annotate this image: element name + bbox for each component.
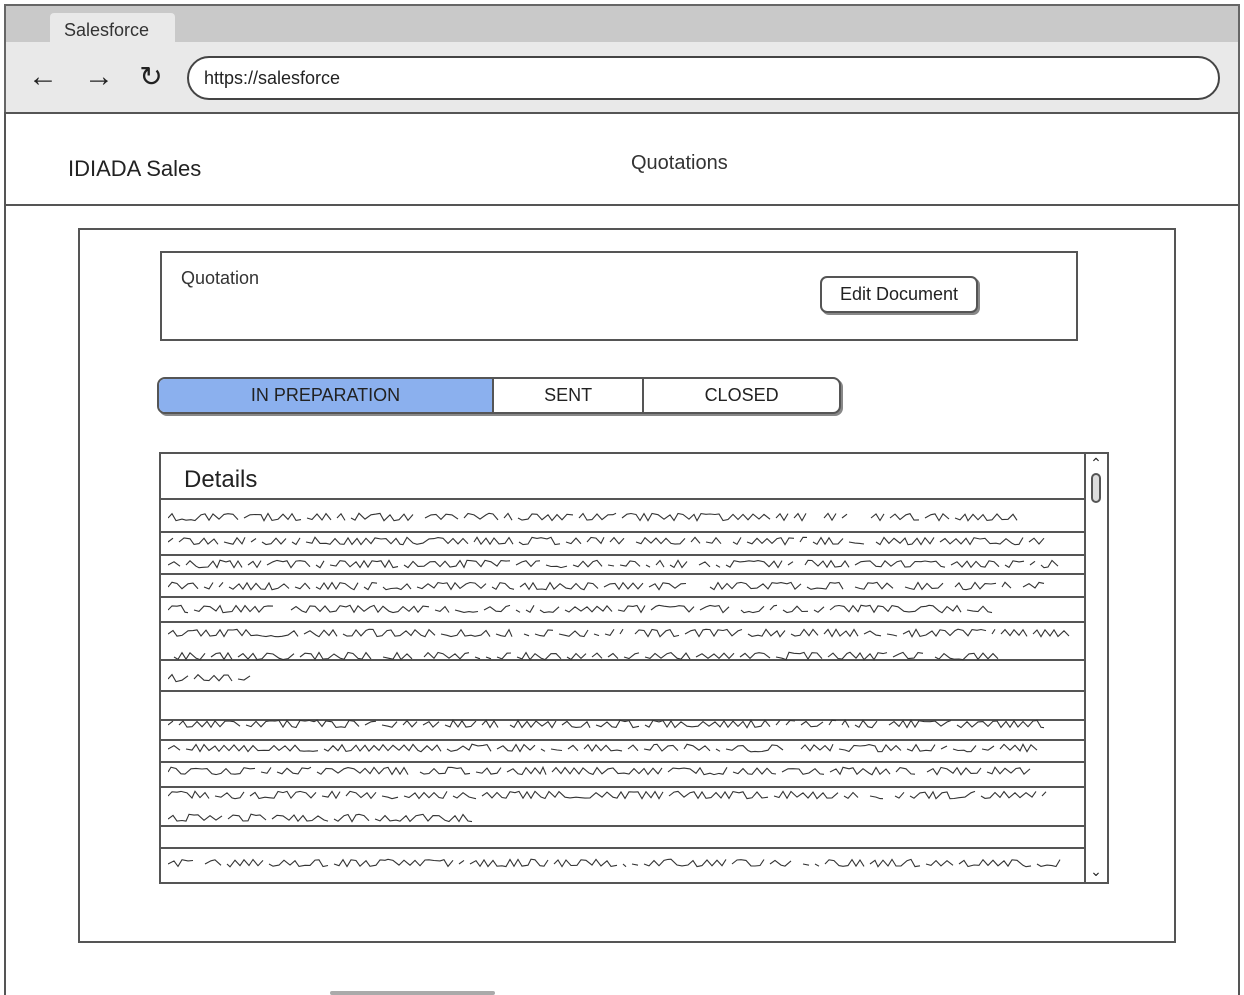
placeholder-text-line: [168, 626, 1080, 640]
placeholder-text-line: [168, 557, 1080, 571]
scroll-down-icon[interactable]: ⌄: [1086, 862, 1106, 880]
details-rule: [161, 596, 1084, 598]
placeholder-text-line: [168, 534, 1080, 548]
arrow-left-icon[interactable]: ←: [26, 60, 60, 94]
placeholder-text-line: [168, 579, 1080, 593]
placeholder-text-line: [168, 788, 1080, 802]
quotation-label: Quotation: [181, 268, 260, 288]
details-rule: [161, 690, 1084, 692]
details-rule: [161, 847, 1084, 849]
page-title: Quotations: [631, 152, 728, 174]
tab-bar: [6, 6, 1238, 42]
placeholder-text-line: [168, 649, 1080, 663]
placeholder-text-line: [168, 510, 1080, 524]
edit-document-button[interactable]: Edit Document: [820, 276, 978, 313]
details-rule: [161, 498, 1084, 500]
placeholder-text-line: [168, 741, 1080, 755]
arrow-right-icon[interactable]: →: [82, 60, 116, 94]
reload-icon[interactable]: ↻: [134, 60, 168, 94]
status-step-sent[interactable]: SENT: [492, 379, 642, 412]
bottom-edge-handle: [330, 991, 495, 995]
details-rule: [161, 531, 1084, 533]
status-step-closed[interactable]: CLOSED: [642, 379, 839, 412]
browser-tab[interactable]: Salesforce: [50, 13, 175, 45]
details-scrollbar[interactable]: [1084, 454, 1107, 882]
status-segmented-control: IN PREPARATION SENT CLOSED: [157, 377, 841, 414]
status-step-in-preparation[interactable]: IN PREPARATION: [159, 379, 493, 412]
placeholder-text-line: [168, 671, 1080, 685]
placeholder-text-line: [168, 856, 1080, 870]
placeholder-text-line: [168, 764, 1080, 778]
details-title: Details: [184, 466, 258, 493]
address-bar[interactable]: https://salesforce: [187, 56, 1220, 100]
placeholder-text-line: [168, 602, 1080, 616]
details-rule: [161, 761, 1084, 763]
scroll-up-icon[interactable]: ⌃: [1086, 454, 1106, 472]
scrollbar-thumb[interactable]: [1091, 473, 1101, 503]
placeholder-text-line: [168, 717, 1080, 731]
placeholder-text-line: [168, 811, 1080, 825]
details-rule: [161, 825, 1084, 827]
details-rule: [161, 621, 1084, 623]
details-rule: [161, 573, 1084, 575]
details-rule: [161, 554, 1084, 556]
brand-name[interactable]: IDIADA Sales: [68, 156, 201, 182]
